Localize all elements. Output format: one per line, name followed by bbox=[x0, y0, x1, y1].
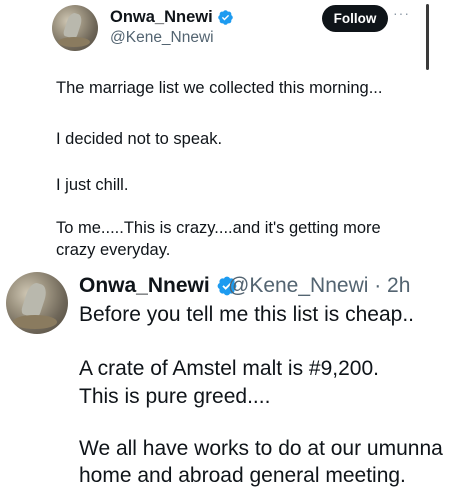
avatar[interactable] bbox=[6, 272, 68, 334]
tweet-text-line: To me.....This is crazy....and it's gett… bbox=[56, 219, 381, 237]
quoted-text-line: Before you tell me this list is cheap.. bbox=[79, 303, 414, 326]
tweet-text-line: I decided not to speak. bbox=[56, 130, 223, 148]
quoted-text-line: We all have works to do at our umunna bbox=[79, 437, 443, 460]
quoted-text-line: A crate of Amstel malt is #9,200. bbox=[79, 357, 379, 380]
scrollbar[interactable] bbox=[426, 4, 429, 70]
tweet-text-line: The marriage list we collected this morn… bbox=[56, 79, 383, 97]
quoted-text-line: home and abroad general meeting. bbox=[79, 464, 406, 487]
author-name[interactable]: Onwa_Nnewi bbox=[110, 8, 213, 27]
author-name-row: Onwa_Nnewi bbox=[110, 8, 234, 27]
follow-button[interactable]: Follow bbox=[322, 5, 388, 32]
verified-badge-icon bbox=[217, 10, 233, 25]
tweet-text-line: I just chill. bbox=[56, 176, 129, 194]
avatar[interactable] bbox=[52, 5, 98, 51]
quoted-text-line: This is pure greed.... bbox=[79, 385, 271, 408]
author-handle[interactable]: @Kene_Nnewi bbox=[110, 29, 214, 47]
quoted-author-name-row: Onwa_Nnewi bbox=[79, 274, 238, 298]
more-options-icon[interactable]: ··· bbox=[393, 5, 410, 21]
quoted-author-name[interactable]: Onwa_Nnewi bbox=[79, 274, 210, 298]
tweet-text-line: crazy everyday. bbox=[56, 241, 171, 259]
quoted-author-handle-time[interactable]: @Kene_Nnewi · 2h bbox=[228, 274, 410, 298]
